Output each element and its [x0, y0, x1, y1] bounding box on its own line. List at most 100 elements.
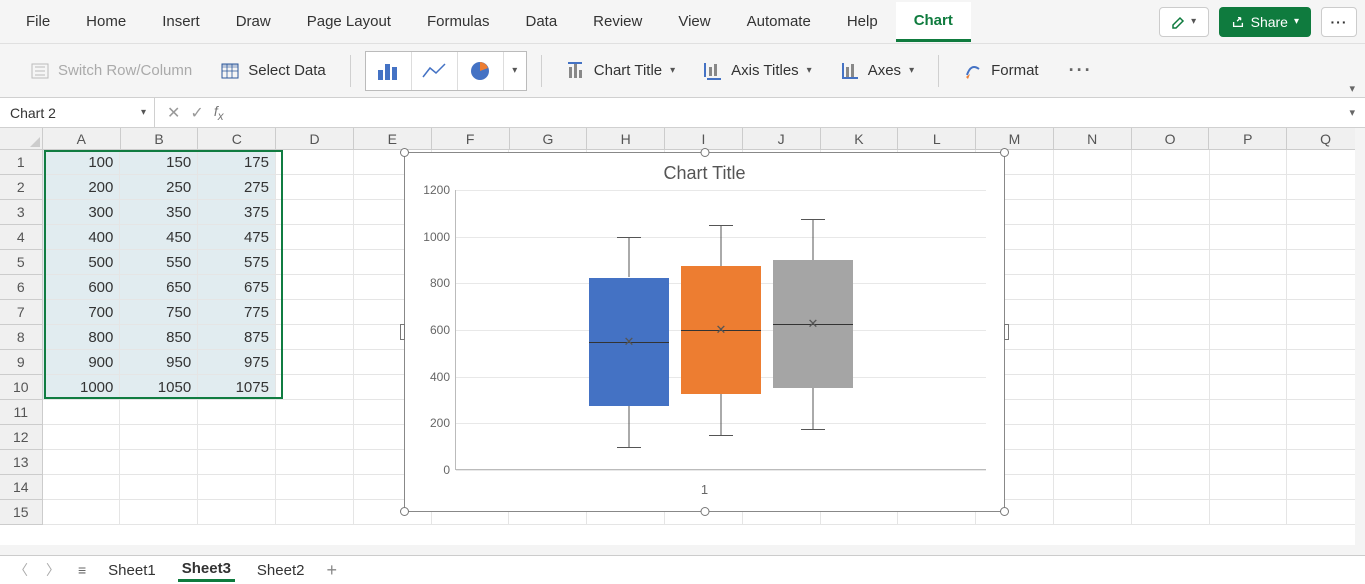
cell[interactable]	[1287, 500, 1365, 525]
row-header[interactable]: 9	[0, 350, 43, 375]
cell[interactable]	[1287, 200, 1365, 225]
cell[interactable]	[198, 400, 276, 425]
row-header[interactable]: 1	[0, 150, 43, 175]
cell[interactable]: 1000	[43, 375, 121, 400]
column-header[interactable]: P	[1209, 128, 1287, 149]
cell[interactable]: 750	[120, 300, 198, 325]
sheet-list-button[interactable]: ≡	[78, 562, 86, 578]
cell[interactable]: 150	[120, 150, 198, 175]
cell[interactable]	[1054, 175, 1132, 200]
cell[interactable]: 600	[43, 275, 121, 300]
cell[interactable]	[120, 450, 198, 475]
name-box[interactable]: Chart 2 ▾	[0, 98, 155, 127]
cell[interactable]	[276, 275, 354, 300]
format-button[interactable]: Format	[953, 55, 1049, 87]
formula-input[interactable]	[236, 98, 1340, 127]
cell[interactable]	[1054, 275, 1132, 300]
row-header[interactable]: 2	[0, 175, 43, 200]
cell[interactable]: 375	[198, 200, 276, 225]
cell[interactable]	[276, 225, 354, 250]
tab-draw[interactable]: Draw	[218, 3, 289, 40]
row-header[interactable]: 3	[0, 200, 43, 225]
cell[interactable]	[43, 500, 121, 525]
cell[interactable]	[276, 325, 354, 350]
chart-type-column[interactable]	[366, 52, 412, 90]
cell[interactable]	[1132, 200, 1210, 225]
cell[interactable]	[276, 400, 354, 425]
select-all-corner[interactable]	[0, 128, 43, 149]
resize-handle[interactable]	[400, 324, 405, 340]
row-header[interactable]: 12	[0, 425, 43, 450]
cell[interactable]	[43, 400, 121, 425]
row-header[interactable]: 13	[0, 450, 43, 475]
cell[interactable]	[1132, 475, 1210, 500]
cell[interactable]	[1132, 150, 1210, 175]
box-plot-series[interactable]: ✕	[681, 190, 761, 469]
cell[interactable]	[1054, 200, 1132, 225]
cell[interactable]: 500	[43, 250, 121, 275]
cell[interactable]	[1287, 275, 1365, 300]
cell[interactable]	[43, 425, 121, 450]
chart-object[interactable]: Chart Title 020040060080010001200✕✕✕ 1	[404, 152, 1005, 512]
column-header[interactable]: C	[198, 128, 276, 149]
cell[interactable]	[1054, 500, 1132, 525]
cell[interactable]	[1132, 350, 1210, 375]
tab-help[interactable]: Help	[829, 3, 896, 40]
sheet-tab-sheet2[interactable]: Sheet2	[253, 560, 309, 581]
cell[interactable]	[276, 475, 354, 500]
column-header[interactable]: G	[510, 128, 588, 149]
cell[interactable]	[1287, 375, 1365, 400]
row-header[interactable]: 11	[0, 400, 43, 425]
row-header[interactable]: 10	[0, 375, 43, 400]
cell[interactable]	[1210, 475, 1288, 500]
editing-mode-button[interactable]: ▾	[1159, 7, 1209, 37]
cell[interactable]	[1132, 450, 1210, 475]
cell[interactable]	[1210, 225, 1288, 250]
chart-title[interactable]: Chart Title	[405, 153, 1004, 190]
sheet-nav-next[interactable]: 〉	[46, 560, 60, 580]
tab-chart[interactable]: Chart	[896, 2, 971, 42]
cell[interactable]	[276, 500, 354, 525]
tab-view[interactable]: View	[660, 3, 728, 40]
column-header[interactable]: F	[432, 128, 510, 149]
cell[interactable]	[198, 425, 276, 450]
cell[interactable]	[120, 425, 198, 450]
column-header[interactable]: O	[1132, 128, 1210, 149]
cell[interactable]: 475	[198, 225, 276, 250]
column-header[interactable]: N	[1054, 128, 1132, 149]
cell[interactable]: 950	[120, 350, 198, 375]
cell[interactable]	[198, 500, 276, 525]
column-header[interactable]: Q	[1287, 128, 1365, 149]
cell[interactable]	[276, 350, 354, 375]
cell[interactable]: 850	[120, 325, 198, 350]
resize-handle[interactable]	[1000, 507, 1009, 516]
chart-title-button[interactable]: Chart Title ▾	[556, 55, 685, 87]
resize-handle[interactable]	[400, 507, 409, 516]
plot-area[interactable]: 020040060080010001200✕✕✕	[455, 190, 986, 470]
column-header[interactable]: I	[665, 128, 743, 149]
row-header[interactable]: 15	[0, 500, 43, 525]
cell[interactable]	[120, 400, 198, 425]
chart-type-more[interactable]: ▾	[504, 52, 526, 90]
cell[interactable]	[1054, 425, 1132, 450]
column-header[interactable]: H	[587, 128, 665, 149]
cell[interactable]	[1054, 150, 1132, 175]
cell[interactable]	[1287, 450, 1365, 475]
spreadsheet-grid[interactable]: ABCDEFGHIJKLMNOPQ 1100150175220025027533…	[0, 128, 1365, 555]
cell[interactable]	[1210, 200, 1288, 225]
cell[interactable]	[1132, 175, 1210, 200]
tab-review[interactable]: Review	[575, 3, 660, 40]
cell[interactable]	[1210, 375, 1288, 400]
cell[interactable]	[1132, 500, 1210, 525]
ribbon-more[interactable]: ···	[1057, 60, 1105, 81]
cell[interactable]	[1210, 150, 1288, 175]
cell[interactable]	[276, 450, 354, 475]
cell[interactable]	[1210, 250, 1288, 275]
select-data-button[interactable]: Select Data	[210, 55, 336, 87]
cell[interactable]: 550	[120, 250, 198, 275]
cell[interactable]	[1287, 350, 1365, 375]
tab-page-layout[interactable]: Page Layout	[289, 3, 409, 40]
row-header[interactable]: 4	[0, 225, 43, 250]
row-header[interactable]: 5	[0, 250, 43, 275]
cell[interactable]	[1210, 175, 1288, 200]
